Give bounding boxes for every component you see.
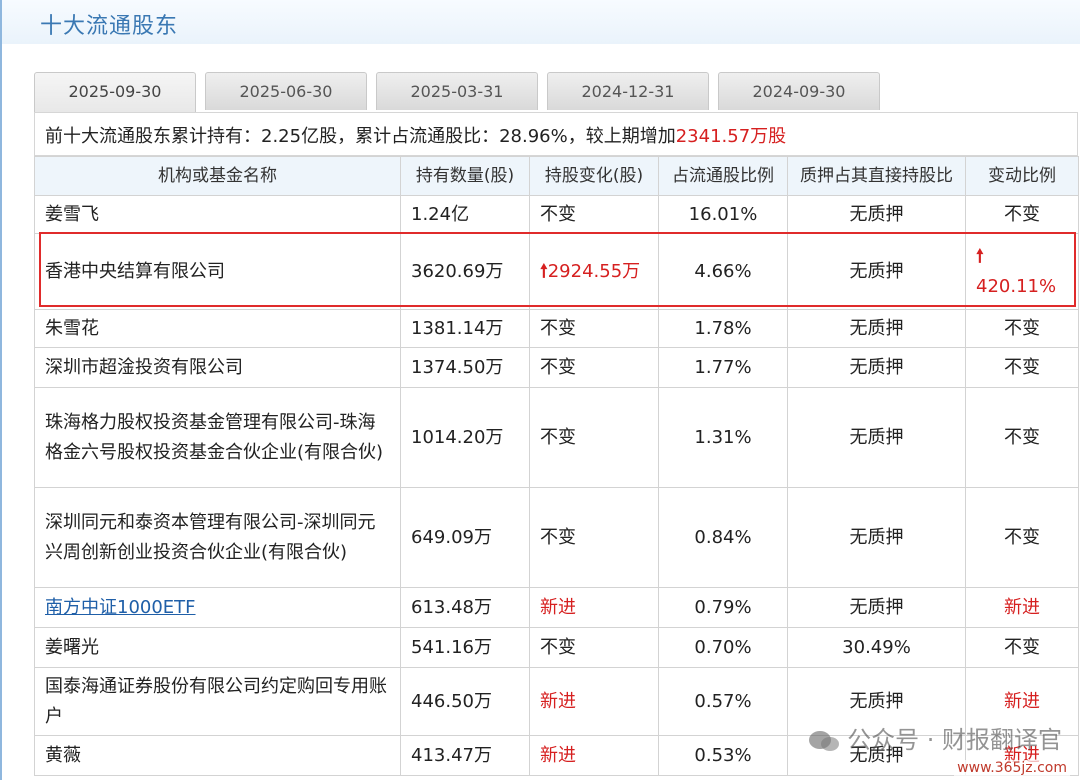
wechat-icon <box>809 731 840 751</box>
holder-change: 不变 <box>529 347 659 388</box>
table-row: 姜雪飞 1.24亿 不变 16.01% 无质押 不变 <box>34 195 1079 234</box>
panel-title: 十大流通股东 <box>40 14 179 39</box>
holder-pct: 0.84% <box>658 487 788 588</box>
holder-name: 朱雪花 <box>34 309 401 348</box>
col-header-name: 机构或基金名称 <box>34 156 401 196</box>
table-row: 姜曙光 541.16万 不变 0.70% 30.49% 不变 <box>34 627 1079 668</box>
holder-pct: 1.31% <box>658 387 788 488</box>
holder-name: 国泰海通证券股份有限公司约定购回专用账户 <box>34 667 401 736</box>
shareholders-panel: 十大流通股东 2025-09-30 2025-06-30 2025-03-31 … <box>0 0 1080 780</box>
panel-header: 十大流通股东 <box>2 0 1080 44</box>
col-header-pct: 占流通股比例 <box>658 156 788 196</box>
holder-ratio: 不变 <box>965 195 1079 234</box>
summary-prefix: 前十大流通股东累计持有：2.25亿股，累计占流通股比：28.96%，较上期增加 <box>45 126 676 147</box>
holder-pct: 0.53% <box>658 735 788 776</box>
holder-change: 新进 <box>529 735 659 776</box>
holder-qty: 413.47万 <box>400 735 530 776</box>
holder-pct: 0.57% <box>658 667 788 736</box>
holder-pledge: 无质押 <box>787 587 966 628</box>
holder-qty: 613.48万 <box>400 587 530 628</box>
holder-ratio: 🠕 420.11% <box>965 233 1079 310</box>
holder-change: 新进 <box>529 587 659 628</box>
shareholders-table: 机构或基金名称 持有数量(股) 持股变化(股) 占流通股比例 质押占其直接持股比… <box>34 156 1079 776</box>
holder-change: 新进 <box>529 667 659 736</box>
holder-pct: 0.70% <box>658 627 788 668</box>
summary-box: 前十大流通股东累计持有：2.25亿股，累计占流通股比：28.96%，较上期增加2… <box>34 112 1078 156</box>
tab-2024-09-30[interactable]: 2024-09-30 <box>718 72 880 110</box>
holder-ratio-value: 420.11% <box>976 275 1057 297</box>
holder-name: 深圳市超淦投资有限公司 <box>34 347 401 388</box>
holder-pledge: 无质押 <box>787 195 966 234</box>
holder-change: 不变 <box>529 387 659 488</box>
table-header-row: 机构或基金名称 持有数量(股) 持股变化(股) 占流通股比例 质押占其直接持股比… <box>34 156 1079 196</box>
tab-2025-03-31[interactable]: 2025-03-31 <box>376 72 538 110</box>
holder-qty: 1014.20万 <box>400 387 530 488</box>
holder-pct: 0.79% <box>658 587 788 628</box>
holder-pledge: 无质押 <box>787 309 966 348</box>
holder-pledge: 无质押 <box>787 347 966 388</box>
col-header-change: 持股变化(股) <box>529 156 659 196</box>
holder-qty: 446.50万 <box>400 667 530 736</box>
holder-ratio: 不变 <box>965 387 1079 488</box>
holder-pledge: 30.49% <box>787 627 966 668</box>
holder-pledge: 无质押 <box>787 487 966 588</box>
holder-pledge: 无质押 <box>787 233 966 310</box>
col-header-pledge: 质押占其直接持股比 <box>787 156 966 196</box>
holder-pledge: 无质押 <box>787 387 966 488</box>
holder-name: 深圳同元和泰资本管理有限公司-深圳同元兴周创新创业投资合伙企业(有限合伙) <box>34 487 401 588</box>
holder-pct: 4.66% <box>658 233 788 310</box>
summary-increase: 2341.57万股 <box>675 126 787 147</box>
tab-2025-09-30[interactable]: 2025-09-30 <box>34 72 196 112</box>
holder-ratio: 不变 <box>965 309 1079 348</box>
holder-qty: 541.16万 <box>400 627 530 668</box>
holder-name: 姜曙光 <box>34 627 401 668</box>
holder-name: 香港中央结算有限公司 <box>34 233 401 310</box>
fund-link[interactable]: 南方中证1000ETF <box>45 597 196 618</box>
holder-change: 不变 <box>529 195 659 234</box>
col-header-qty: 持有数量(股) <box>400 156 530 196</box>
watermark-text: 公众号 · 财报翻译官 <box>847 726 1062 754</box>
holder-ratio: 不变 <box>965 487 1079 588</box>
watermark: 公众号 · 财报翻译官 <box>807 720 1062 755</box>
holder-qty: 3620.69万 <box>400 233 530 310</box>
holder-change-value: 2924.55万 <box>547 260 641 282</box>
site-mark: www.365jz.com <box>954 760 1070 776</box>
holder-name: 姜雪飞 <box>34 195 401 234</box>
holder-qty: 649.09万 <box>400 487 530 588</box>
holder-qty: 1374.50万 <box>400 347 530 388</box>
arrow-up-icon: 🠕 <box>540 260 548 282</box>
holder-pct: 16.01% <box>658 195 788 234</box>
table-row: 南方中证1000ETF 613.48万 新进 0.79% 无质押 新进 <box>34 587 1079 628</box>
table-row: 珠海格力股权投资基金管理有限公司-珠海格金六号股权投资基金合伙企业(有限合伙) … <box>34 387 1079 488</box>
holder-change: 不变 <box>529 627 659 668</box>
table-row: 深圳市超淦投资有限公司 1374.50万 不变 1.77% 无质押 不变 <box>34 347 1079 388</box>
table-row: 深圳同元和泰资本管理有限公司-深圳同元兴周创新创业投资合伙企业(有限合伙) 64… <box>34 487 1079 588</box>
holder-ratio: 新进 <box>965 587 1079 628</box>
holder-change: 不变 <box>529 487 659 588</box>
holder-ratio: 不变 <box>965 627 1079 668</box>
summary-text: 前十大流通股东累计持有：2.25亿股，累计占流通股比：28.96%，较上期增加2… <box>45 122 786 148</box>
arrow-up-icon: 🠕 <box>976 245 984 267</box>
holder-change: 🠕2924.55万 <box>529 233 659 310</box>
table-row-highlighted: 香港中央结算有限公司 3620.69万 🠕2924.55万 4.66% 无质押 … <box>34 233 1079 310</box>
holder-qty: 1.24亿 <box>400 195 530 234</box>
tab-2024-12-31[interactable]: 2024-12-31 <box>547 72 709 110</box>
holder-name: 黄薇 <box>34 735 401 776</box>
holder-name: 珠海格力股权投资基金管理有限公司-珠海格金六号股权投资基金合伙企业(有限合伙) <box>34 387 401 488</box>
holder-qty: 1381.14万 <box>400 309 530 348</box>
col-header-ratio: 变动比例 <box>965 156 1079 196</box>
holder-name: 南方中证1000ETF <box>34 587 401 628</box>
holder-pct: 1.78% <box>658 309 788 348</box>
table-row: 朱雪花 1381.14万 不变 1.78% 无质押 不变 <box>34 309 1079 348</box>
holder-ratio: 不变 <box>965 347 1079 388</box>
holder-pct: 1.77% <box>658 347 788 388</box>
tab-2025-06-30[interactable]: 2025-06-30 <box>205 72 367 110</box>
holder-change: 不变 <box>529 309 659 348</box>
